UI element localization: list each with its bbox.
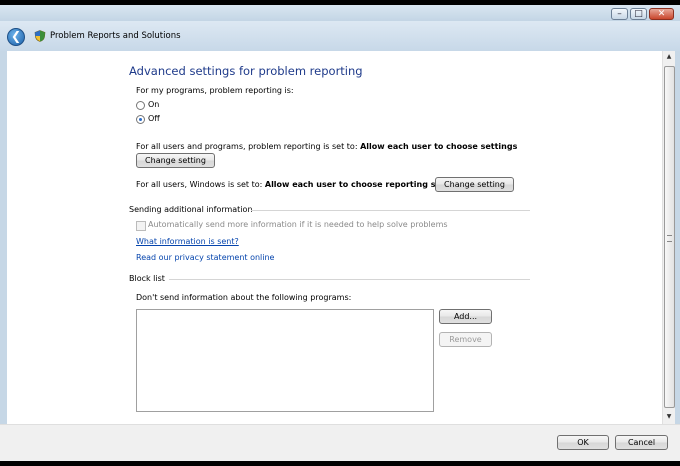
blocked-programs-list[interactable] (136, 309, 434, 412)
all-users-programs-value: Allow each user to choose settings (360, 142, 518, 151)
all-users-programs-status: For all users and programs, problem repo… (136, 142, 517, 151)
change-setting-button-1[interactable]: Change setting (136, 153, 215, 168)
radio-on-label[interactable]: On (148, 100, 159, 109)
auto-send-checkbox[interactable] (136, 221, 146, 231)
dialog-footer: OK Cancel (0, 424, 680, 462)
sending-section-divider (251, 210, 530, 211)
close-button[interactable]: ✕ (649, 8, 674, 20)
minimize-button[interactable]: – (611, 8, 628, 20)
radio-on[interactable] (136, 101, 145, 110)
scroll-up-arrow-icon[interactable]: ▲ (663, 51, 675, 63)
scrollbar-grip-icon (667, 235, 672, 242)
block-list-label: Don't send information about the followi… (136, 293, 352, 302)
block-list-heading: Block list (129, 274, 165, 283)
remove-button: Remove (439, 332, 492, 347)
back-arrow-icon: ❮ (10, 29, 22, 43)
content-area: Advanced settings for problem reporting … (7, 51, 662, 424)
window: – □ ✕ ❮ Problem Reports and Solutions Ad… (0, 5, 680, 462)
block-list-divider (169, 279, 530, 280)
back-button[interactable]: ❮ (7, 28, 25, 46)
my-programs-label: For my programs, problem reporting is: (136, 86, 294, 95)
ok-button[interactable]: OK (557, 435, 609, 450)
all-users-programs-text: For all users and programs, problem repo… (136, 142, 361, 151)
scrollbar-thumb[interactable] (664, 66, 675, 408)
change-setting-button-2[interactable]: Change setting (435, 177, 514, 192)
vertical-scrollbar[interactable]: ▲ ▼ (662, 51, 675, 424)
sending-section-heading: Sending additional information (129, 205, 253, 214)
nav-title: Problem Reports and Solutions (50, 31, 181, 41)
radio-off-label[interactable]: Off (148, 114, 160, 123)
maximize-button[interactable]: □ (630, 8, 647, 20)
radio-off[interactable] (136, 115, 145, 124)
add-button[interactable]: Add... (439, 309, 492, 324)
title-bar[interactable]: – □ ✕ (0, 5, 680, 21)
windows-status: For all users, Windows is set to: Allow … (136, 180, 467, 189)
what-information-link[interactable]: What information is sent? (136, 237, 239, 246)
windows-text: For all users, Windows is set to: (136, 180, 265, 189)
navigation-bar: ❮ Problem Reports and Solutions (0, 21, 680, 51)
scroll-down-arrow-icon[interactable]: ▼ (663, 411, 675, 423)
page-heading: Advanced settings for problem reporting (129, 64, 363, 78)
privacy-statement-link[interactable]: Read our privacy statement online (136, 253, 274, 262)
auto-send-label: Automatically send more information if i… (148, 220, 448, 229)
cancel-button[interactable]: Cancel (615, 435, 668, 450)
problem-reports-shield-icon (34, 30, 46, 42)
taskbar-strip (0, 461, 680, 466)
